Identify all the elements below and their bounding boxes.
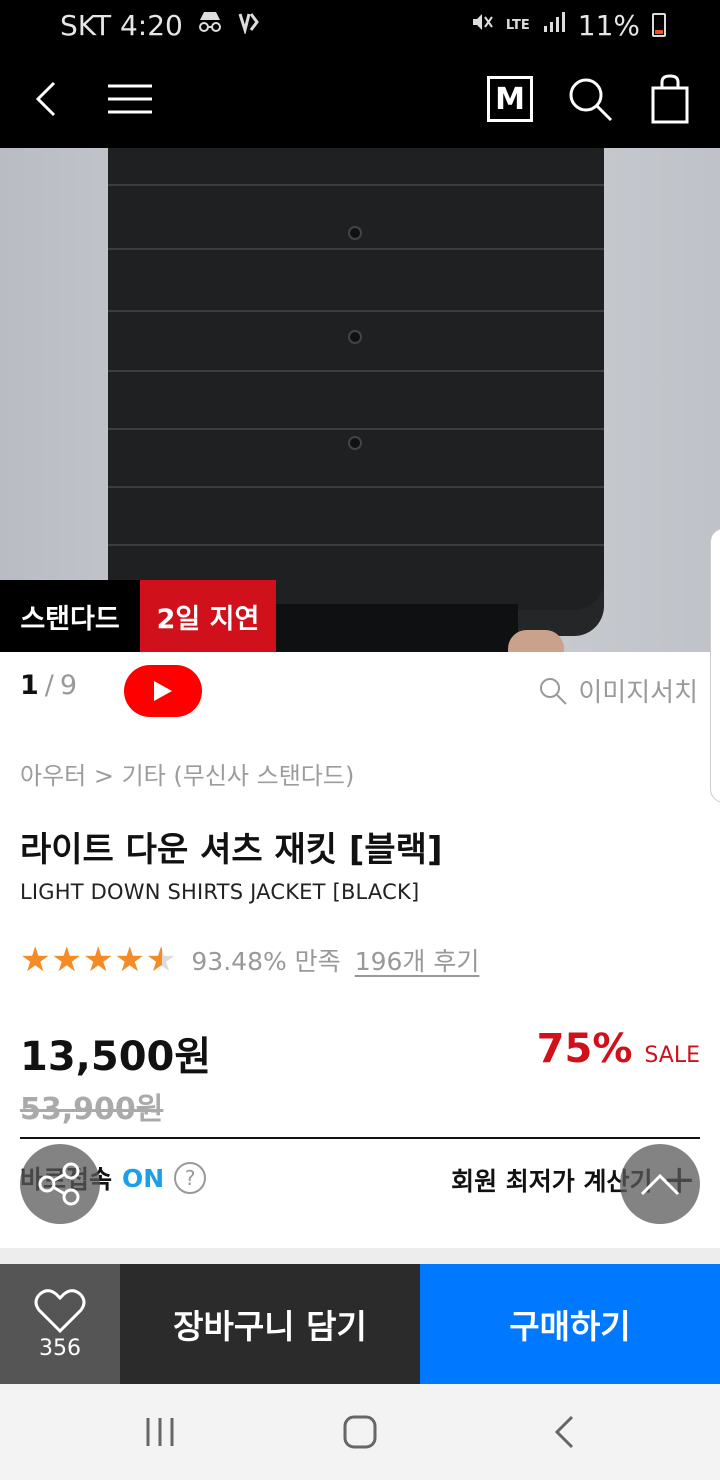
incognito-icon [195, 10, 225, 40]
mute-icon [470, 10, 494, 40]
satisfaction-rate: 93.48% 만족 [191, 947, 341, 976]
star-rating: ★★★★★ ★★★★★ [20, 943, 177, 977]
purchase-action-bar: 356 장바구니 담기 구매하기 [0, 1264, 720, 1384]
price-divider [20, 1137, 700, 1139]
search-icon [540, 677, 568, 705]
share-icon [38, 1162, 80, 1206]
back-arrow-icon [35, 81, 56, 117]
chevron-up-icon [640, 1173, 680, 1196]
system-nav-bar [0, 1384, 720, 1480]
m-logo-button[interactable]: M [484, 50, 536, 148]
reviews-link[interactable]: 196개 후기 [355, 942, 480, 978]
battery-percent: 11% [577, 8, 640, 42]
sale-price: 13,500원 [20, 1034, 212, 1080]
snap-button [348, 330, 362, 344]
share-button[interactable] [20, 1144, 100, 1224]
recents-button[interactable] [132, 1384, 188, 1480]
menu-button[interactable] [104, 50, 156, 148]
search-icon [569, 78, 613, 122]
snap-button [348, 436, 362, 450]
add-to-cart-button[interactable]: 장바구니 담기 [120, 1264, 420, 1384]
brand-badge: 스탠다드 [0, 580, 140, 652]
quilt-line [108, 370, 604, 372]
quilt-line [108, 248, 604, 250]
home-icon [343, 1415, 377, 1449]
quilt-line [108, 544, 604, 546]
data-saver-icon [237, 10, 263, 40]
like-button[interactable]: 356 [0, 1264, 120, 1384]
status-left: SKT 4:20 [60, 9, 263, 42]
back-button[interactable] [20, 50, 70, 148]
quilt-line [108, 184, 604, 186]
product-image[interactable] [0, 148, 720, 652]
current-image-index: 1 [20, 670, 39, 701]
discount-percent: 75% [536, 1026, 633, 1072]
direct-access-state[interactable]: ON [122, 1164, 164, 1193]
image-counter: 1 / 9 [20, 670, 77, 701]
status-right: LTE 11% [470, 9, 666, 42]
search-button[interactable] [562, 50, 618, 148]
heart-icon [34, 1288, 86, 1333]
image-search-label: 이미지서치 [578, 678, 698, 708]
video-play-button[interactable] [124, 665, 202, 717]
help-icon[interactable]: ? [174, 1162, 207, 1194]
original-price: 53,900원 [20, 1092, 164, 1127]
app-header: M [0, 50, 720, 148]
scroll-handle[interactable] [710, 528, 720, 803]
menu-icon [108, 84, 152, 114]
recents-icon [146, 1418, 174, 1446]
quilt-line [108, 428, 604, 430]
status-bar: SKT 4:20 LTE 11% [0, 0, 720, 50]
signal-icon [542, 10, 566, 40]
back-icon [554, 1415, 574, 1449]
quilt-line [108, 310, 604, 312]
carrier-time: SKT 4:20 [60, 8, 183, 42]
product-title-english: LIGHT DOWN SHIRTS JACKET [BLACK] [20, 880, 420, 904]
section-separator [0, 1248, 720, 1264]
image-search-button[interactable]: 이미지서치 [538, 672, 698, 709]
battery-icon [652, 13, 666, 37]
delay-badge: 2일 지연 [140, 580, 276, 652]
discount-badge: 75% SALE [537, 1026, 700, 1072]
sale-label: SALE [644, 1043, 700, 1068]
network-type-icon: LTE [505, 17, 530, 33]
jacket-body [108, 148, 604, 610]
breadcrumb[interactable]: 아우터 > 기타 (무신사 스탠다드) [20, 756, 354, 791]
product-title: 라이트 다운 셔츠 재킷 [블랙] [20, 830, 443, 870]
play-icon [154, 681, 172, 701]
m-logo-icon: M [487, 76, 533, 122]
counter-separator: / [44, 670, 54, 701]
quilt-line [108, 486, 604, 488]
buy-now-button[interactable]: 구매하기 [420, 1264, 720, 1384]
total-images: 9 [59, 670, 78, 701]
cart-button[interactable] [644, 50, 696, 148]
shopping-bag-icon [651, 74, 689, 124]
stars-filled: ★★★★★ [20, 943, 162, 977]
scroll-to-top-button[interactable] [620, 1144, 700, 1224]
system-back-button[interactable] [536, 1384, 592, 1480]
home-button[interactable] [332, 1384, 388, 1480]
right-hand [508, 630, 564, 652]
snap-button [348, 226, 362, 240]
rating-row: ★★★★★ ★★★★★ 93.48% 만족 196개 후기 [20, 942, 479, 978]
like-count: 356 [39, 1335, 81, 1361]
